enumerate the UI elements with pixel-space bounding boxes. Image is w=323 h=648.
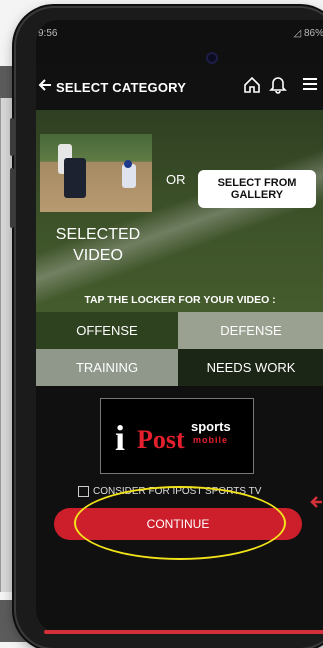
- selected-video-label-line1: SELECTED: [56, 226, 140, 243]
- pointer-arrow-icon: [309, 492, 323, 512]
- home-icon[interactable]: [242, 75, 262, 95]
- volume-button: [10, 118, 14, 156]
- select-from-gallery-button[interactable]: SELECT FROM GALLERY: [198, 170, 316, 208]
- logo-post: Post: [137, 425, 185, 455]
- power-button: [10, 168, 14, 228]
- app-screen: 9:56 ◿ 86% SELECT CATEGORY OR SELECT FRO…: [36, 20, 323, 632]
- runner-helmet: [124, 160, 132, 168]
- camera-icon: [206, 52, 218, 64]
- menu-icon[interactable]: [302, 76, 318, 92]
- gallery-label-line1: SELECT FROM: [218, 177, 297, 189]
- locker-prompt: TAP THE LOCKER FOR YOUR VIDEO :: [36, 294, 323, 306]
- back-arrow-icon[interactable]: [36, 76, 54, 94]
- signal-icon: ◿: [294, 28, 302, 39]
- locker-defense[interactable]: DEFENSE: [178, 312, 323, 349]
- selected-video-label: SELECTED VIDEO: [42, 224, 154, 266]
- highlight-ellipse: [74, 486, 286, 560]
- status-time: 9:56: [38, 28, 57, 39]
- logo-sports: sports: [191, 419, 231, 434]
- locker-training[interactable]: TRAINING: [36, 349, 178, 386]
- bell-icon[interactable]: [268, 74, 288, 94]
- or-label: OR: [166, 172, 186, 187]
- page-title: SELECT CATEGORY: [56, 80, 186, 95]
- selected-video-label-line2: VIDEO: [73, 247, 123, 264]
- ipost-sports-logo: i Post sports mobile: [100, 398, 254, 474]
- bottom-accent-bar: [44, 630, 323, 634]
- logo-mobile: mobile: [193, 435, 228, 445]
- status-bar: 9:56 ◿ 86%: [36, 20, 323, 48]
- app-header: SELECT CATEGORY: [36, 64, 323, 110]
- consider-checkbox[interactable]: [78, 486, 89, 497]
- battery-level: 86%: [304, 28, 323, 39]
- logo-i: i: [115, 417, 125, 459]
- gallery-label-line2: GALLERY: [231, 189, 283, 201]
- umpire-figure: [64, 158, 86, 198]
- selected-video-thumbnail[interactable]: [40, 134, 152, 212]
- status-right: ◿ 86%: [294, 28, 323, 39]
- locker-offense[interactable]: OFFENSE: [36, 312, 178, 349]
- locker-needs-work[interactable]: NEEDS WORK: [178, 349, 323, 386]
